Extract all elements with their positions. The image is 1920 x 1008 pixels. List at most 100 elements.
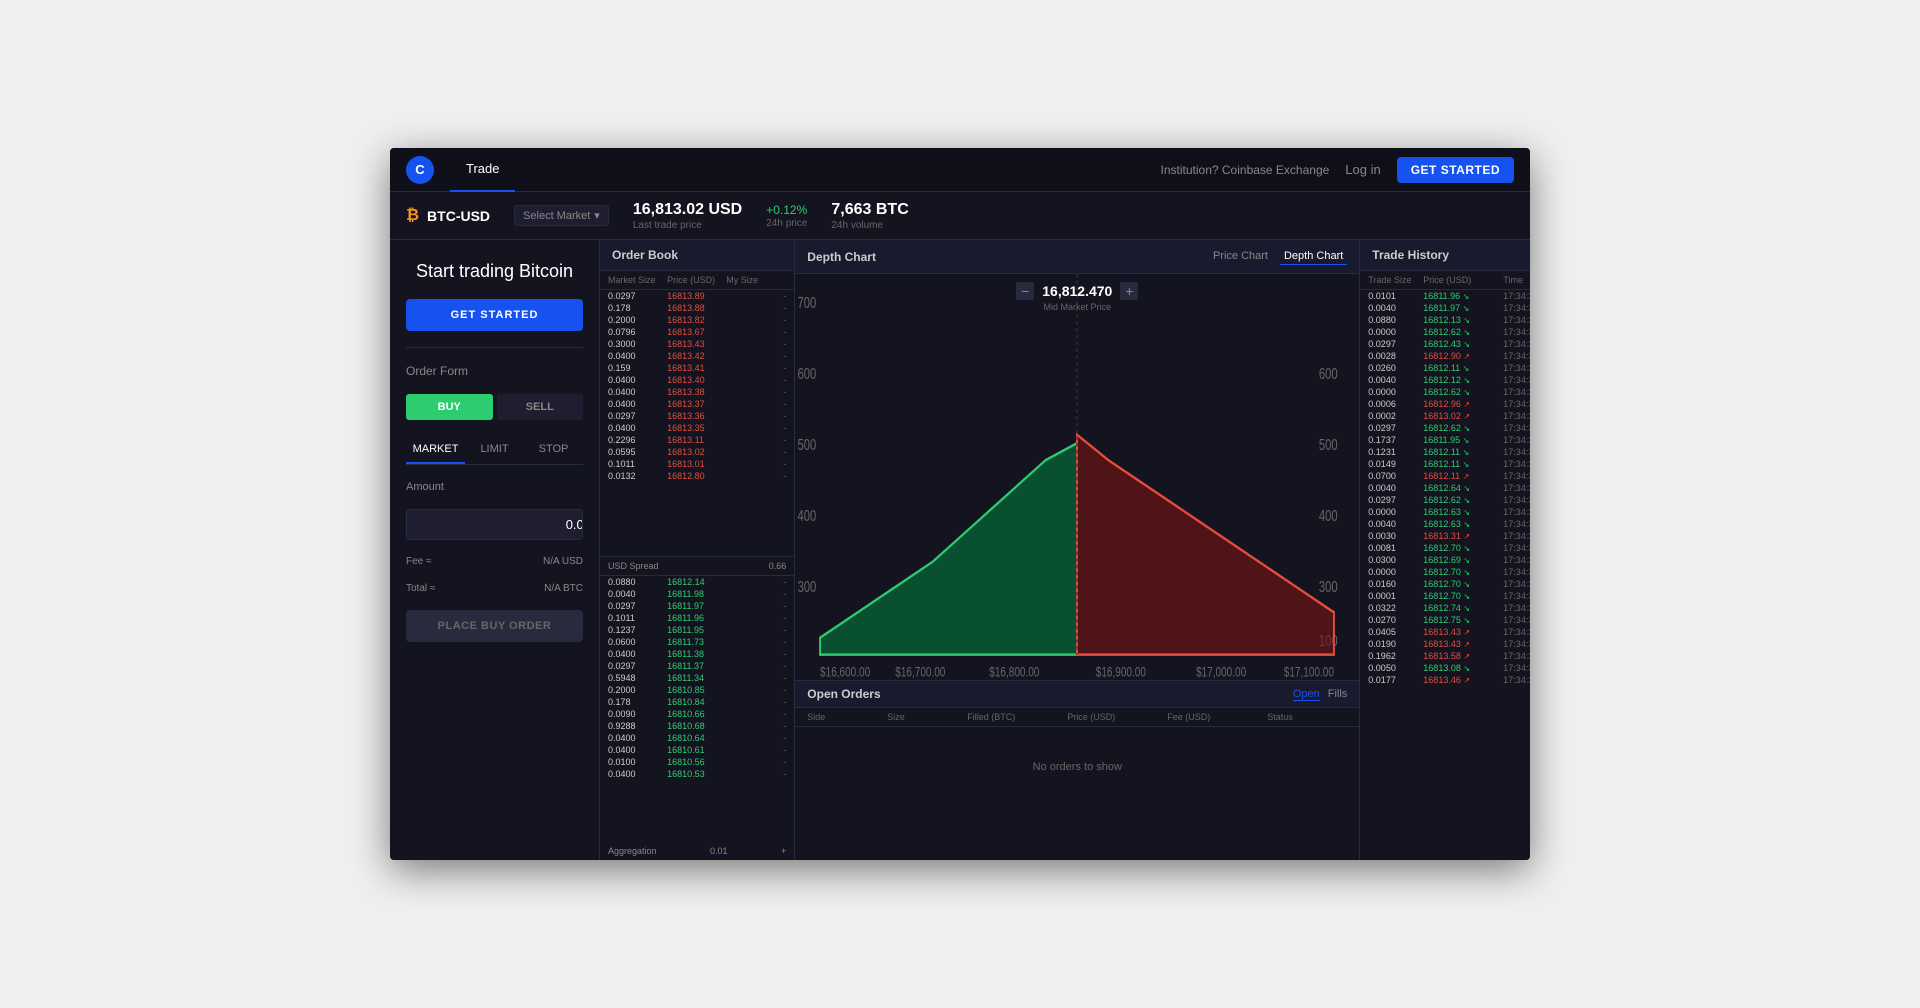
- ob-ask-row[interactable]: 0.029716813.89-: [600, 290, 794, 302]
- svg-text:400: 400: [1319, 507, 1338, 524]
- get-started-panel-button[interactable]: GET STARTED: [406, 299, 583, 331]
- ob-bid-row[interactable]: 0.040016811.38-: [600, 648, 794, 660]
- th-trade-size: 0.0190: [1368, 639, 1423, 649]
- ob-ask-size: 0.2000: [608, 315, 667, 325]
- th-trade-time: 17:34:30: [1503, 651, 1530, 661]
- ob-bid-row[interactable]: 0.060016811.73-: [600, 636, 794, 648]
- market-order-tab[interactable]: MARKET: [406, 436, 465, 464]
- th-trade-size: 0.0149: [1368, 459, 1423, 469]
- select-market-button[interactable]: Select Market ▾: [514, 205, 609, 226]
- ob-bid-row[interactable]: 0.029716811.37-: [600, 660, 794, 672]
- th-trade-price: 16812.62 ↘: [1423, 327, 1503, 337]
- volume-stat: 7,663 BTC 24h volume: [831, 201, 908, 231]
- ob-ask-row[interactable]: 0.200016813.82-: [600, 314, 794, 326]
- th-trade-size: 0.0260: [1368, 363, 1423, 373]
- zoom-out-button[interactable]: −: [1016, 282, 1034, 300]
- th-trade-row: 0.029716812.62 ↘17:34:33: [1360, 422, 1530, 434]
- ob-ask-row[interactable]: 0.17816813.88-: [600, 302, 794, 314]
- ob-bid-my: -: [726, 685, 786, 695]
- svg-text:$16,900.00: $16,900.00: [1096, 664, 1146, 680]
- ob-ask-row[interactable]: 0.040016813.42-: [600, 350, 794, 362]
- buy-tab[interactable]: BUY: [406, 394, 493, 420]
- th-trade-time: 17:34:30: [1503, 627, 1530, 637]
- ob-ask-row[interactable]: 0.040016813.38-: [600, 386, 794, 398]
- ob-bid-price: 16810.56: [667, 757, 726, 767]
- ob-bid-row[interactable]: 0.101116811.96-: [600, 612, 794, 624]
- ob-ask-row[interactable]: 0.029716813.36-: [600, 410, 794, 422]
- ob-bid-row[interactable]: 0.009016810.66-: [600, 708, 794, 720]
- svg-text:$16,700.00: $16,700.00: [896, 664, 946, 680]
- ob-ask-row[interactable]: 0.15916813.41-: [600, 362, 794, 374]
- amount-label: Amount: [406, 481, 583, 493]
- th-trade-price: 16811.97 ↘: [1423, 303, 1503, 313]
- th-trade-size: 0.1737: [1368, 435, 1423, 445]
- th-trade-time: 17:34:35: [1503, 291, 1530, 301]
- nav-tabs: Trade: [450, 148, 1161, 192]
- get-started-nav-button[interactable]: GET STARTED: [1397, 157, 1514, 183]
- ob-bid-size: 0.0297: [608, 601, 667, 611]
- ob-ask-price: 16813.37: [667, 399, 726, 409]
- ob-ask-row[interactable]: 0.300016813.43-: [600, 338, 794, 350]
- price-chart-tab[interactable]: Price Chart: [1209, 248, 1272, 265]
- th-trade-size: 0.0002: [1368, 411, 1423, 421]
- th-trade-price: 16812.43 ↘: [1423, 339, 1503, 349]
- ob-ask-row[interactable]: 0.229616813.11-: [600, 434, 794, 446]
- th-trade-time: 17:34:33: [1503, 447, 1530, 457]
- th-trade-time: 17:34:34: [1503, 351, 1530, 361]
- th-trade-price: 16812.12 ↘: [1423, 375, 1503, 385]
- th-trade-row: 0.000016812.62 ↘17:34:35: [1360, 326, 1530, 338]
- ob-bid-row[interactable]: 0.040016810.53-: [600, 768, 794, 780]
- last-price-stat: 16,813.02 USD Last trade price: [633, 201, 742, 231]
- stop-order-tab[interactable]: STOP: [524, 436, 583, 464]
- login-button[interactable]: Log in: [1345, 162, 1380, 177]
- ob-ask-price: 16812.80: [667, 471, 726, 481]
- oo-col-status: Status: [1267, 712, 1347, 722]
- th-trade-price: 16812.62 ↘: [1423, 423, 1503, 433]
- ob-bid-row[interactable]: 0.004016811.98-: [600, 588, 794, 600]
- oo-open-tab[interactable]: Open: [1293, 688, 1320, 701]
- depth-chart-tab[interactable]: Depth Chart: [1280, 248, 1347, 265]
- nav-tab-trade[interactable]: Trade: [450, 148, 515, 192]
- ob-bid-price: 16810.61: [667, 745, 726, 755]
- ob-bid-row[interactable]: 0.088016812.14-: [600, 576, 794, 588]
- ob-ask-row[interactable]: 0.040016813.37-: [600, 398, 794, 410]
- ob-bid-row[interactable]: 0.029716811.97-: [600, 600, 794, 612]
- main-layout: Start trading Bitcoin GET STARTED Order …: [390, 240, 1530, 860]
- ob-bid-row[interactable]: 0.594816811.34-: [600, 672, 794, 684]
- th-trade-price: 16812.64 ↘: [1423, 483, 1503, 493]
- total-row: Total ≈ N/A BTC: [406, 583, 583, 594]
- btc-icon: ₿: [406, 207, 419, 225]
- agg-plus[interactable]: +: [781, 846, 786, 856]
- th-trade-price: 16812.70 ↘: [1423, 591, 1503, 601]
- ob-bid-row[interactable]: 0.040016810.64-: [600, 732, 794, 744]
- ob-ask-row[interactable]: 0.013216812.80-: [600, 470, 794, 482]
- ob-ask-row[interactable]: 0.040016813.40-: [600, 374, 794, 386]
- zoom-in-button[interactable]: +: [1120, 282, 1138, 300]
- ob-ask-my: -: [726, 303, 786, 313]
- sell-tab[interactable]: SELL: [497, 394, 584, 420]
- th-trade-row: 0.017716813.46 ↗17:34:30: [1360, 674, 1530, 686]
- coinbase-logo: C: [406, 156, 434, 184]
- ob-bid-row[interactable]: 0.040016810.61-: [600, 744, 794, 756]
- ob-bid-row[interactable]: 0.010016810.56-: [600, 756, 794, 768]
- oo-col-price: Price (USD): [1067, 712, 1167, 722]
- ob-ask-row[interactable]: 0.059516813.02-: [600, 446, 794, 458]
- ob-bid-row[interactable]: 0.123716811.95-: [600, 624, 794, 636]
- svg-text:600: 600: [1319, 365, 1338, 382]
- th-trade-size: 0.0297: [1368, 423, 1423, 433]
- ob-ask-size: 0.3000: [608, 339, 667, 349]
- ob-bid-row[interactable]: 0.928816810.68-: [600, 720, 794, 732]
- th-trade-time: 17:34:34: [1503, 363, 1530, 373]
- ob-bid-row[interactable]: 0.17816810.84-: [600, 696, 794, 708]
- ob-ask-row[interactable]: 0.040016813.35-: [600, 422, 794, 434]
- limit-order-tab[interactable]: LIMIT: [465, 436, 524, 464]
- ob-ask-row[interactable]: 0.079616813.67-: [600, 326, 794, 338]
- amount-input[interactable]: [407, 510, 583, 539]
- oo-fills-tab[interactable]: Fills: [1328, 688, 1348, 701]
- place-order-button[interactable]: PLACE BUY ORDER: [406, 610, 583, 642]
- ob-bid-row[interactable]: 0.200016810.85-: [600, 684, 794, 696]
- th-trade-row: 0.000216813.02 ↗17:34:33: [1360, 410, 1530, 422]
- ob-ask-row[interactable]: 0.101116813.01-: [600, 458, 794, 470]
- th-rows: 0.010116811.96 ↘17:34:350.004016811.97 ↘…: [1360, 290, 1530, 860]
- ob-ask-price: 16813.11: [667, 435, 726, 445]
